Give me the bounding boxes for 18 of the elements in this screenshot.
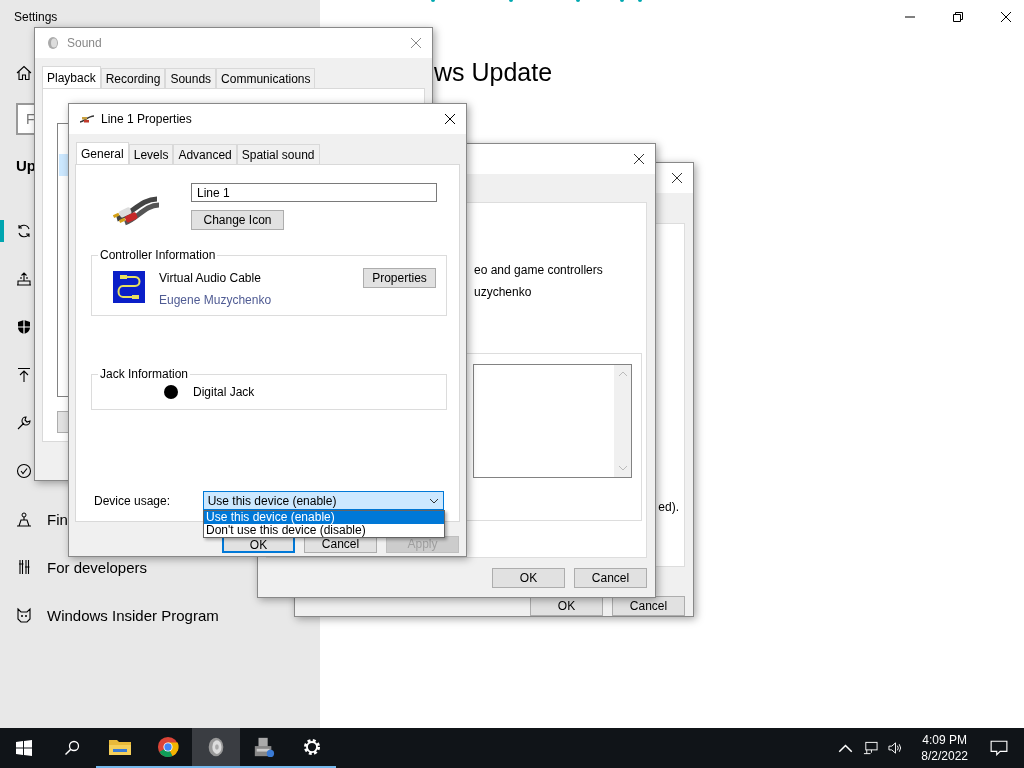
page-heading: ws Update	[434, 58, 553, 87]
window-title: Sound	[67, 36, 102, 50]
info-text: uzychenko	[474, 285, 533, 301]
nav-label: For developers	[47, 558, 148, 576]
window-title: Settings	[14, 10, 59, 24]
date-text: 8/2/2022	[921, 748, 968, 764]
field-label: Device usage:	[94, 493, 172, 508]
nav-label: Windows Insider Program	[47, 606, 219, 624]
time-text: 4:09 PM	[922, 732, 967, 748]
info-text: eo and game controllers	[474, 263, 604, 279]
group-legend: Jack Information	[98, 367, 191, 381]
vendor-name: Eugene Muzychenko	[159, 293, 273, 307]
nav-label: Fin	[47, 510, 68, 528]
jack-name: Digital Jack	[193, 385, 255, 399]
group-legend: Controller Information	[98, 248, 218, 262]
window-title: Line 1 Properties	[101, 112, 192, 126]
note-text: ed).	[658, 500, 679, 514]
controller-name: Virtual Audio Cable	[159, 271, 262, 285]
